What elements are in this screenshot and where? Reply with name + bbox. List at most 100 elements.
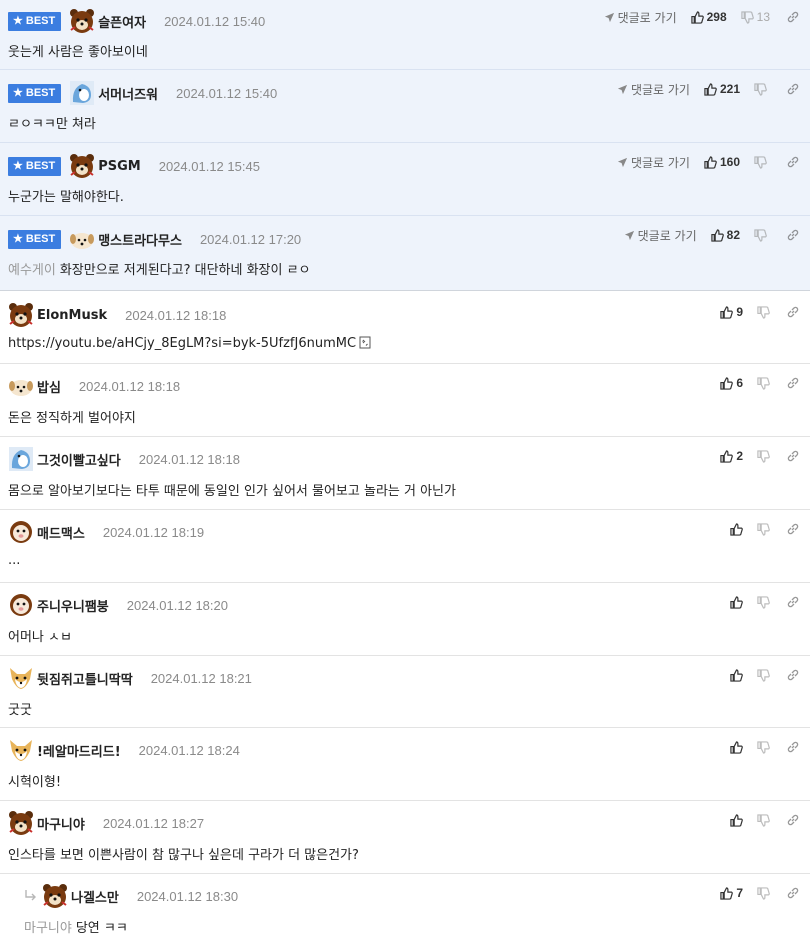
reply-arrow-icon bbox=[25, 890, 36, 901]
thumbs-up-icon bbox=[730, 522, 743, 536]
comment-text: https://youtu.be/aHCjy_8EgLM?si=byk-5Ufz… bbox=[8, 336, 371, 351]
timestamp: 2024.01.12 18:19 bbox=[102, 524, 205, 540]
downvote-button[interactable] bbox=[757, 668, 770, 682]
upvote-count: 160 bbox=[719, 155, 740, 169]
external-link-icon[interactable] bbox=[359, 336, 371, 349]
bear-avatar-icon[interactable] bbox=[8, 302, 34, 328]
downvote-button[interactable] bbox=[757, 813, 770, 827]
comment-link[interactable]: https://youtu.be/aHCjy_8EgLM?si=byk-5Ufz… bbox=[8, 336, 356, 351]
best-badge: ★ BEST bbox=[8, 83, 62, 103]
pig-avatar-icon[interactable] bbox=[8, 592, 34, 618]
permalink-icon[interactable] bbox=[786, 228, 800, 242]
nickname[interactable]: 그것이빨고싶다 bbox=[37, 450, 121, 469]
upvote-count: 221 bbox=[719, 82, 740, 96]
permalink-icon[interactable] bbox=[786, 740, 800, 754]
nickname[interactable]: ElonMusk bbox=[37, 308, 107, 323]
comment-text: 어머나 ㅅㅂ bbox=[8, 630, 72, 645]
timestamp: 2024.01.12 18:20 bbox=[126, 597, 228, 613]
upvote-button[interactable]: 6 bbox=[720, 376, 743, 390]
bear-avatar-icon[interactable] bbox=[42, 883, 68, 909]
downvote-count: 13 bbox=[756, 10, 770, 24]
bear-avatar-icon[interactable] bbox=[8, 810, 34, 836]
downvote-button[interactable] bbox=[757, 449, 770, 463]
permalink-icon[interactable] bbox=[786, 813, 800, 827]
downvote-button[interactable] bbox=[757, 522, 770, 536]
downvote-button[interactable]: 13 bbox=[740, 10, 770, 24]
upvote-button[interactable] bbox=[730, 668, 743, 682]
downvote-button[interactable] bbox=[754, 155, 770, 169]
nickname[interactable]: 서머너즈워 bbox=[98, 84, 158, 103]
pig-avatar-icon[interactable] bbox=[8, 519, 34, 545]
nickname[interactable]: 마구니야 bbox=[37, 814, 85, 833]
fox-avatar-icon[interactable] bbox=[8, 665, 34, 691]
goto-comment-link[interactable]: 댓글로 가기 bbox=[624, 227, 697, 244]
timestamp: 2024.01.12 18:21 bbox=[150, 670, 252, 686]
comment-item: 그것이빨고싶다 2024.01.12 18:18 몸으로 알아보기보다는 타투 … bbox=[0, 437, 810, 510]
puppy-avatar-icon[interactable] bbox=[8, 373, 34, 399]
upvote-count: 7 bbox=[736, 886, 743, 900]
timestamp: 2024.01.12 18:18 bbox=[125, 307, 227, 323]
thumbs-up-icon bbox=[720, 305, 734, 319]
star-icon: ★ bbox=[13, 232, 23, 245]
best-comment: ★ BEST 슬픈여자 2024.01.12 15:40 웃는게 사람은 좋아보이… bbox=[0, 0, 810, 70]
permalink-icon[interactable] bbox=[786, 82, 800, 96]
permalink-icon[interactable] bbox=[786, 668, 800, 682]
permalink-icon[interactable] bbox=[786, 886, 800, 900]
goto-comment-link[interactable]: 댓글로 가기 bbox=[617, 81, 690, 98]
thumbs-up-icon bbox=[730, 813, 743, 827]
downvote-button[interactable] bbox=[754, 228, 770, 242]
nickname[interactable]: 뒷짐쥐고틀니딱딱 bbox=[37, 669, 133, 688]
nickname[interactable]: 맹스트라다무스 bbox=[98, 230, 182, 249]
nickname[interactable]: 슬픈여자 bbox=[98, 12, 146, 31]
nickname[interactable]: PSGM bbox=[98, 159, 141, 174]
goto-comment-link[interactable]: 댓글로 가기 bbox=[604, 9, 677, 26]
upvote-count: 82 bbox=[726, 228, 740, 242]
downvote-button[interactable] bbox=[757, 740, 770, 754]
upvote-button[interactable]: 82 bbox=[710, 228, 740, 242]
reply-item: 나겔스만 2024.01.12 18:30 마구니야 당연 ㅋㅋ 7 bbox=[0, 874, 810, 944]
timestamp: 2024.01.12 18:27 bbox=[102, 815, 205, 831]
upvote-button[interactable]: 9 bbox=[720, 305, 743, 319]
permalink-icon[interactable] bbox=[786, 449, 800, 463]
whale-avatar-icon[interactable] bbox=[69, 80, 95, 106]
upvote-button[interactable]: 221 bbox=[704, 82, 740, 96]
permalink-icon[interactable] bbox=[786, 522, 800, 536]
upvote-button[interactable] bbox=[730, 740, 743, 754]
upvote-button[interactable]: 2 bbox=[720, 449, 743, 463]
downvote-button[interactable] bbox=[757, 595, 770, 609]
whale-avatar-icon[interactable] bbox=[8, 446, 34, 472]
downvote-button[interactable] bbox=[757, 305, 770, 319]
upvote-button[interactable] bbox=[730, 595, 743, 609]
upvote-button[interactable] bbox=[730, 813, 743, 827]
permalink-icon[interactable] bbox=[786, 155, 800, 169]
fox-avatar-icon[interactable] bbox=[8, 737, 34, 763]
nickname[interactable]: 나겔스만 bbox=[71, 887, 119, 906]
bear-avatar-icon[interactable] bbox=[69, 8, 95, 34]
puppy-avatar-icon[interactable] bbox=[69, 226, 95, 252]
permalink-icon[interactable] bbox=[786, 10, 800, 24]
thumbs-down-icon bbox=[757, 449, 770, 463]
nickname[interactable]: !레알마드리드! bbox=[37, 741, 121, 760]
permalink-icon[interactable] bbox=[786, 376, 800, 390]
nickname[interactable]: 밥심 bbox=[37, 377, 61, 396]
nickname[interactable]: 매드맥스 bbox=[37, 523, 85, 542]
thumbs-down-icon bbox=[757, 886, 770, 900]
downvote-button[interactable] bbox=[757, 376, 770, 390]
bear-avatar-icon[interactable] bbox=[69, 153, 95, 179]
upvote-button[interactable]: 298 bbox=[690, 10, 727, 24]
upvote-button[interactable]: 160 bbox=[704, 155, 740, 169]
comment-text: 시혁이형! bbox=[8, 775, 62, 790]
mention-nickname[interactable]: 예수게이 bbox=[8, 263, 56, 278]
timestamp: 2024.01.12 18:18 bbox=[138, 451, 240, 467]
mention-nickname[interactable]: 마구니야 bbox=[24, 921, 72, 936]
upvote-button[interactable] bbox=[730, 522, 743, 536]
permalink-icon[interactable] bbox=[786, 305, 800, 319]
timestamp: 2024.01.12 15:40 bbox=[164, 13, 266, 29]
downvote-button[interactable] bbox=[757, 886, 770, 900]
goto-comment-link[interactable]: 댓글로 가기 bbox=[617, 154, 690, 171]
downvote-button[interactable] bbox=[754, 82, 770, 96]
nickname[interactable]: 주니우니팸붕 bbox=[37, 596, 109, 615]
permalink-icon[interactable] bbox=[786, 595, 800, 609]
upvote-button[interactable]: 7 bbox=[720, 886, 743, 900]
thumbs-up-icon bbox=[720, 376, 734, 390]
